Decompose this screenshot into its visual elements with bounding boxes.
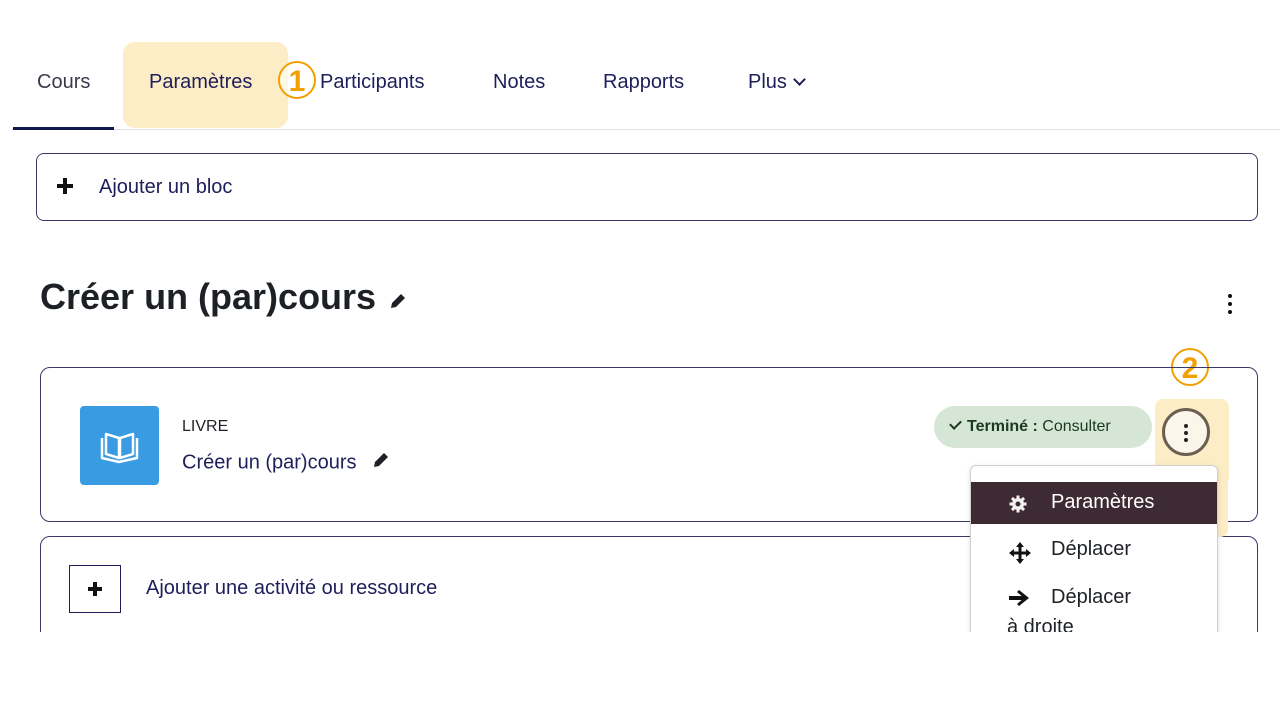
chevron-down-icon: [793, 73, 806, 86]
add-activity-plus-icon[interactable]: [69, 565, 121, 613]
tab-notes[interactable]: Notes: [493, 40, 545, 128]
add-block-label: Ajouter un bloc: [99, 176, 233, 198]
badge-status: Terminé :: [967, 418, 1038, 435]
course-nav-tabs: Cours Paramètres Participants Notes Rapp…: [12, 40, 1280, 130]
menu-item-parametres[interactable]: Paramètres: [971, 482, 1217, 524]
callout-one: 1: [278, 61, 316, 99]
kebab-dot: [1184, 424, 1188, 428]
activity-kebab-icon[interactable]: [1162, 408, 1210, 456]
menu-item-deplacer-droite-label: Déplacer à droite: [1007, 586, 1132, 632]
move-icon: [1009, 542, 1031, 570]
tab-plus-label: Plus: [748, 71, 787, 93]
tab-cours[interactable]: Cours: [12, 40, 115, 130]
tab-participants[interactable]: Participants: [320, 40, 425, 128]
tab-parametres[interactable]: Paramètres: [149, 40, 252, 128]
activity-type: LIVRE: [182, 418, 229, 435]
book-icon: [80, 406, 159, 485]
tab-rapports[interactable]: Rapports: [603, 40, 684, 128]
activity-name-link[interactable]: Créer un (par)cours: [182, 450, 391, 476]
plus-icon: [57, 178, 73, 194]
pencil-icon[interactable]: [388, 278, 408, 320]
section-kebab-icon[interactable]: [1222, 292, 1238, 316]
menu-item-deplacer[interactable]: Déplacer: [971, 529, 1217, 571]
check-icon: [949, 417, 962, 430]
badge-action: Consulter: [1042, 418, 1111, 435]
section-title: Créer un (par)cours: [40, 276, 408, 320]
activity-actions-menu: Paramètres Déplacer Déplacer à droite: [970, 465, 1218, 632]
menu-item-deplacer-droite[interactable]: Déplacer à droite: [971, 576, 1217, 632]
kebab-dot: [1184, 438, 1188, 442]
kebab-dot: [1228, 310, 1232, 314]
kebab-dot: [1228, 302, 1232, 306]
activity-name: Créer un (par)cours: [182, 451, 357, 474]
pencil-icon[interactable]: [371, 450, 391, 476]
kebab-dot: [1184, 431, 1188, 435]
kebab-dot: [1228, 294, 1232, 298]
completion-badge[interactable]: Terminé : Consulter: [934, 406, 1152, 448]
add-activity-label[interactable]: Ajouter une activité ou ressource: [146, 577, 437, 600]
gear-icon: [1009, 495, 1027, 519]
tab-plus[interactable]: Plus: [748, 40, 806, 128]
menu-item-parametres-label: Paramètres: [1051, 491, 1155, 513]
add-block-button[interactable]: Ajouter un bloc: [36, 153, 1258, 221]
viewport: Cours Paramètres Participants Notes Rapp…: [0, 0, 1280, 632]
menu-item-deplacer-label: Déplacer: [1051, 538, 1132, 560]
section-title-text: Créer un (par)cours: [40, 276, 377, 317]
